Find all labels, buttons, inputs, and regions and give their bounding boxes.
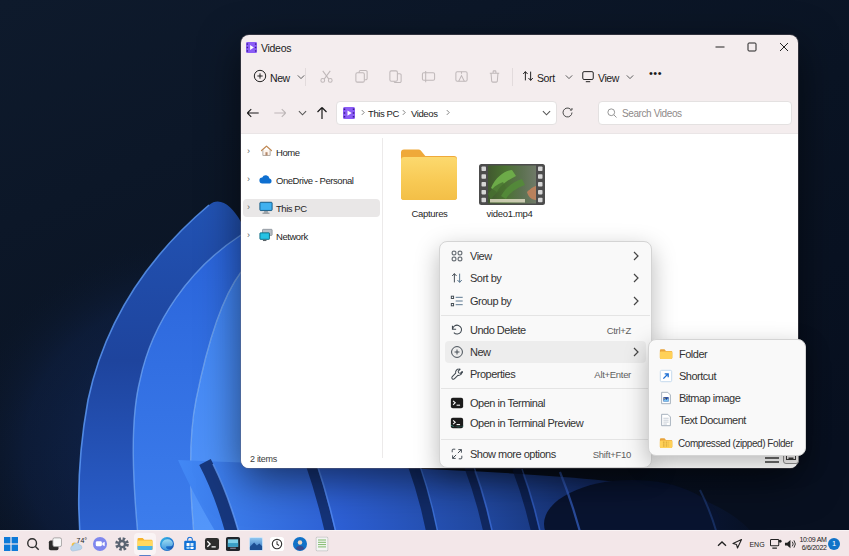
svg-text:74°: 74° — [77, 537, 88, 544]
